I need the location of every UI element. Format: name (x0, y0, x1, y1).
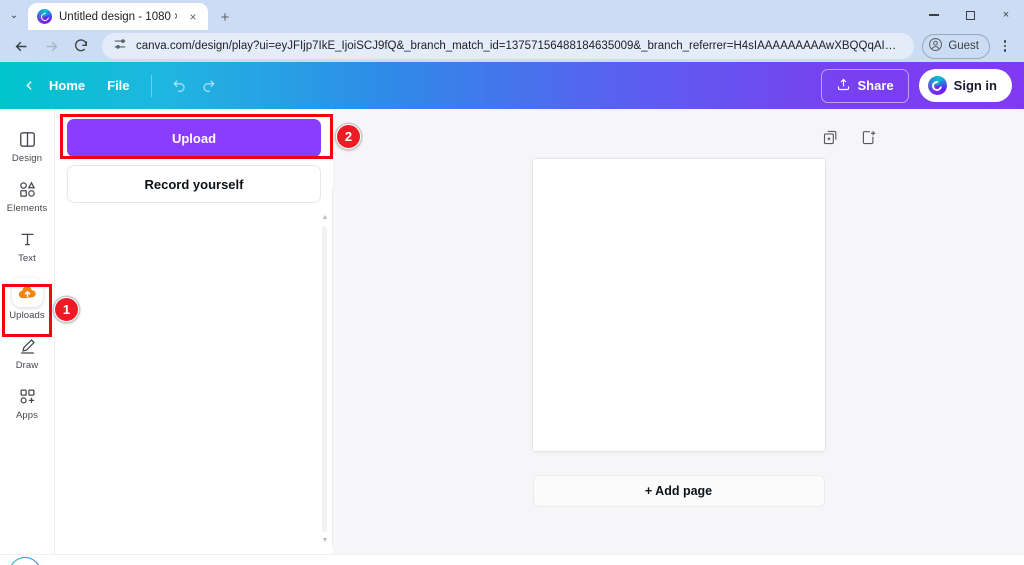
home-button[interactable]: Home (38, 71, 96, 100)
maximize-icon[interactable] (952, 0, 988, 30)
left-sidebar-rail: Design Elements Text Uploads Draw Apps (0, 109, 55, 554)
scroll-up-arrow-icon[interactable]: ▲ (322, 214, 329, 221)
forward-icon (38, 33, 64, 59)
sidebar-item-elements[interactable]: Elements (1, 171, 53, 219)
duplicate-page-icon[interactable] (821, 127, 841, 147)
magic-sparkle-icon[interactable] (9, 557, 41, 565)
sidebar-item-text[interactable]: Text (1, 221, 53, 269)
address-bar-url: canva.com/design/play?ui=eyJFIjp7IkE_Ijo… (136, 40, 904, 52)
chevron-left-icon[interactable] (12, 72, 38, 99)
canvas-stage: + Add page (333, 109, 1024, 554)
browser-tab-strip: ⌄ Untitled design - 1080 × 108 × + × (0, 0, 1024, 30)
browser-tab[interactable]: Untitled design - 1080 × 108 × (28, 3, 208, 30)
profile-chip[interactable]: Guest (922, 33, 990, 59)
sidebar-item-label: Draw (15, 360, 39, 371)
profile-avatar-icon (928, 37, 943, 55)
sidebar-item-label: Elements (6, 203, 48, 214)
canva-logo-icon (927, 76, 947, 95)
sidebar-item-uploads[interactable]: Uploads (1, 271, 53, 326)
uploads-list-area: ▲ ▼ (55, 214, 333, 554)
annotation-marker-1: 1 (54, 297, 79, 322)
design-layout-icon (18, 128, 37, 150)
window-controls: × (916, 0, 1024, 30)
footer-toolbar: Notes Page 1 / 1 35% (0, 554, 1024, 565)
uploads-cloud-icon (11, 278, 43, 307)
share-button[interactable]: Share (820, 68, 909, 103)
file-menu-button[interactable]: File (96, 71, 140, 100)
record-yourself-button[interactable]: Record yourself (67, 165, 321, 203)
site-settings-icon[interactable] (113, 37, 127, 56)
page-tools (821, 127, 879, 147)
redo-icon[interactable] (194, 70, 226, 102)
upload-button[interactable]: Upload (67, 119, 321, 157)
sidebar-item-label: Uploads (9, 310, 45, 321)
browser-tab-title: Untitled design - 1080 × 108 (59, 10, 177, 23)
annotation-marker-2: 2 (336, 124, 361, 149)
kebab-menu-icon[interactable] (994, 33, 1016, 59)
header-divider (150, 74, 152, 97)
draw-pen-icon (18, 335, 37, 357)
panel-scrollbar[interactable]: ▲ ▼ (320, 214, 330, 544)
sidebar-item-design[interactable]: Design (1, 121, 53, 169)
address-bar[interactable]: canva.com/design/play?ui=eyJFIjp7IkE_Ijo… (102, 33, 915, 59)
text-t-icon (18, 228, 37, 250)
elements-shapes-icon (18, 178, 37, 200)
scrollbar-track[interactable] (322, 226, 327, 532)
window-close-icon[interactable]: × (988, 0, 1024, 30)
scroll-down-arrow-icon[interactable]: ▼ (322, 537, 329, 544)
profile-label: Guest (948, 40, 979, 52)
tab-search-caret-icon[interactable]: ⌄ (0, 0, 28, 30)
canva-header: Home File Share Sign in (0, 62, 1024, 109)
share-label: Share (857, 78, 894, 93)
sidebar-item-apps[interactable]: Apps (1, 378, 53, 426)
app-body: Design Elements Text Uploads Draw Apps U… (0, 109, 1024, 554)
sidebar-item-label: Text (18, 253, 36, 264)
sign-in-label: Sign in (953, 78, 997, 93)
reload-icon[interactable] (68, 33, 94, 59)
undo-icon[interactable] (162, 70, 194, 102)
back-icon[interactable] (8, 33, 34, 59)
sidebar-item-label: Design (11, 153, 43, 164)
sign-in-button[interactable]: Sign in (918, 69, 1012, 102)
apps-grid-icon (18, 385, 37, 407)
canva-logo-icon (37, 9, 52, 24)
sidebar-item-draw[interactable]: Draw (1, 328, 53, 376)
add-page-button[interactable]: + Add page (532, 475, 825, 507)
sidebar-item-label: Apps (15, 410, 39, 421)
browser-toolbar: canva.com/design/play?ui=eyJFIjp7IkE_Ijo… (0, 30, 1024, 62)
share-upload-icon (836, 77, 851, 95)
new-tab-button[interactable]: + (216, 8, 234, 26)
minimize-icon[interactable] (916, 0, 952, 30)
uploads-panel: Upload Record yourself ▲ ▼ (55, 109, 333, 554)
add-page-icon[interactable] (859, 127, 879, 147)
design-canvas-page[interactable] (532, 159, 825, 451)
notes-button[interactable]: Notes (56, 562, 128, 565)
close-icon[interactable]: × (184, 8, 202, 26)
